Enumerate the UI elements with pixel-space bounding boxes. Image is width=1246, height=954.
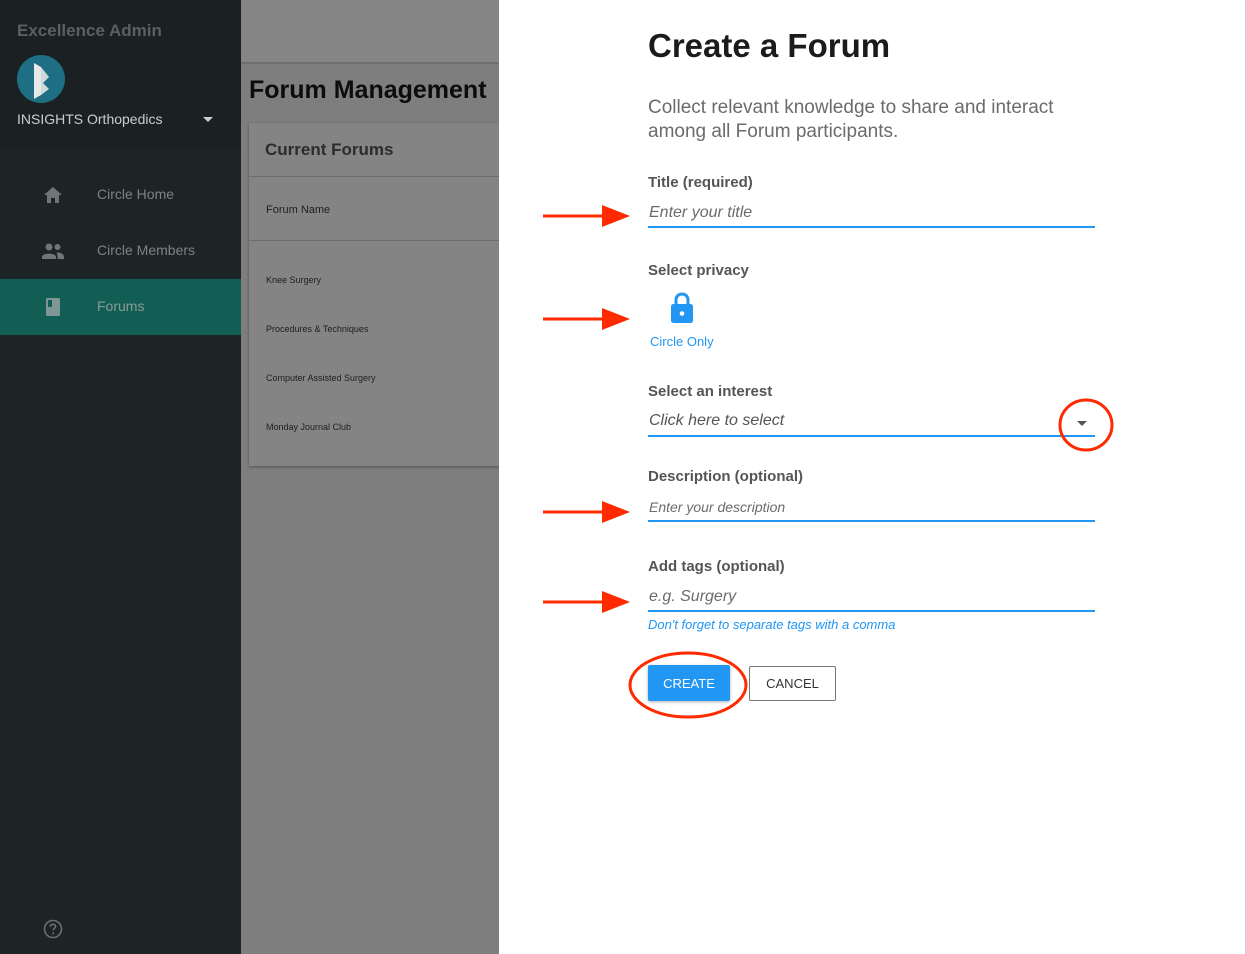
cancel-button[interactable]: CANCEL: [749, 666, 836, 701]
lock-icon[interactable]: [668, 291, 696, 325]
sidebar-header: Excellence Admin INSIGHTS Orthopedics: [0, 0, 241, 150]
divider: [249, 176, 499, 177]
org-dropdown-icon[interactable]: [203, 117, 213, 122]
org-logo: [17, 55, 65, 103]
description-label: Description (optional): [648, 468, 803, 485]
app-root: Excellence Admin INSIGHTS Orthopedics Ci…: [0, 0, 1246, 954]
tags-label: Add tags (optional): [648, 558, 785, 575]
tags-input[interactable]: [648, 584, 1095, 612]
column-header-forum-name: Forum Name: [266, 204, 331, 216]
interest-select-value: Click here to select: [649, 412, 785, 429]
sidebar-item-circle-home[interactable]: Circle Home: [0, 167, 241, 223]
sidebar-item-label: Forums: [97, 298, 145, 314]
list-item[interactable]: Monday Journal Club: [266, 422, 351, 432]
sidebar: Excellence Admin INSIGHTS Orthopedics Ci…: [0, 0, 241, 954]
chevron-down-icon[interactable]: [1077, 421, 1087, 426]
help-circle-icon[interactable]: [43, 919, 63, 939]
title-input[interactable]: [648, 200, 1095, 228]
form-title: Create a Forum: [648, 27, 891, 64]
card-title: Current Forums: [265, 140, 394, 159]
page-title: Forum Management: [249, 76, 487, 104]
list-item[interactable]: Computer Assisted Surgery: [266, 373, 376, 383]
home-icon: [44, 187, 62, 203]
forums-card: Current Forums Forum Name Knee Surgery P…: [249, 123, 499, 466]
form-subtitle: Collect relevant knowledge to share and …: [648, 97, 1054, 142]
org-name[interactable]: INSIGHTS Orthopedics: [17, 111, 163, 127]
sidebar-item-label: Circle Home: [97, 186, 175, 202]
sidebar-item-label: Circle Members: [97, 242, 196, 258]
divider: [249, 240, 499, 241]
list-item[interactable]: Procedures & Techniques: [266, 324, 368, 334]
book-icon: [46, 298, 60, 316]
create-button[interactable]: CREATE: [648, 665, 730, 701]
sidebar-item-circle-members[interactable]: Circle Members: [0, 223, 241, 279]
top-bar: [241, 0, 499, 64]
list-item[interactable]: Knee Surgery: [266, 275, 321, 285]
background-page: Forum Management Current Forums Forum Na…: [241, 0, 499, 954]
interest-select[interactable]: Click here to select: [648, 409, 1095, 437]
create-forum-panel: Create a Forum Collect relevant knowledg…: [499, 0, 1246, 954]
privacy-label: Select privacy: [648, 262, 749, 279]
people-icon: [42, 243, 64, 259]
app-title: Excellence Admin: [17, 21, 162, 40]
sidebar-item-forums[interactable]: Forums: [0, 279, 241, 335]
title-label: Title (required): [648, 174, 753, 191]
interest-label: Select an interest: [648, 383, 773, 400]
privacy-option-circle-only[interactable]: Circle Only: [650, 334, 714, 349]
description-input[interactable]: [648, 494, 1095, 522]
tags-hint: Don't forget to separate tags with a com…: [648, 617, 896, 632]
